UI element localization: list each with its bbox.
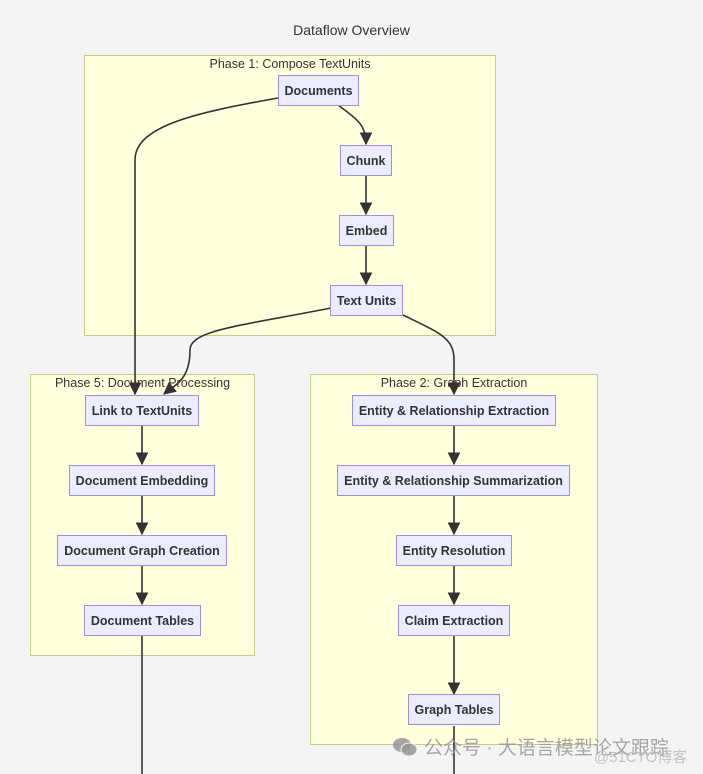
node-document-tables[interactable]: Document Tables: [84, 605, 201, 636]
edge-documents-chunk: [337, 104, 373, 146]
node-claim-extraction[interactable]: Claim Extraction: [398, 605, 510, 636]
node-chunk[interactable]: Chunk: [340, 145, 392, 176]
watermark-secondary: @51CTO博客: [594, 749, 688, 766]
node-entity-resolution[interactable]: Entity Resolution: [396, 535, 512, 566]
node-entity-relationship-extraction[interactable]: Entity & Relationship Extraction: [352, 395, 556, 426]
edge-documents-link: [128, 97, 279, 396]
edges-layer: [128, 97, 461, 774]
node-entity-relationship-summarization[interactable]: Entity & Relationship Summarization: [337, 465, 570, 496]
node-document-embedding[interactable]: Document Embedding: [69, 465, 215, 496]
edge-textunits-entityext: [402, 314, 461, 396]
node-embed[interactable]: Embed: [339, 215, 394, 246]
node-document-graph-creation[interactable]: Document Graph Creation: [57, 535, 227, 566]
node-link-to-textunits[interactable]: Link to TextUnits: [85, 395, 199, 426]
node-graph-tables[interactable]: Graph Tables: [408, 694, 500, 725]
node-text-units[interactable]: Text Units: [330, 285, 403, 316]
edge-textunits-link: [163, 307, 332, 395]
wechat-icon: [392, 737, 418, 757]
node-documents[interactable]: Documents: [278, 75, 359, 106]
